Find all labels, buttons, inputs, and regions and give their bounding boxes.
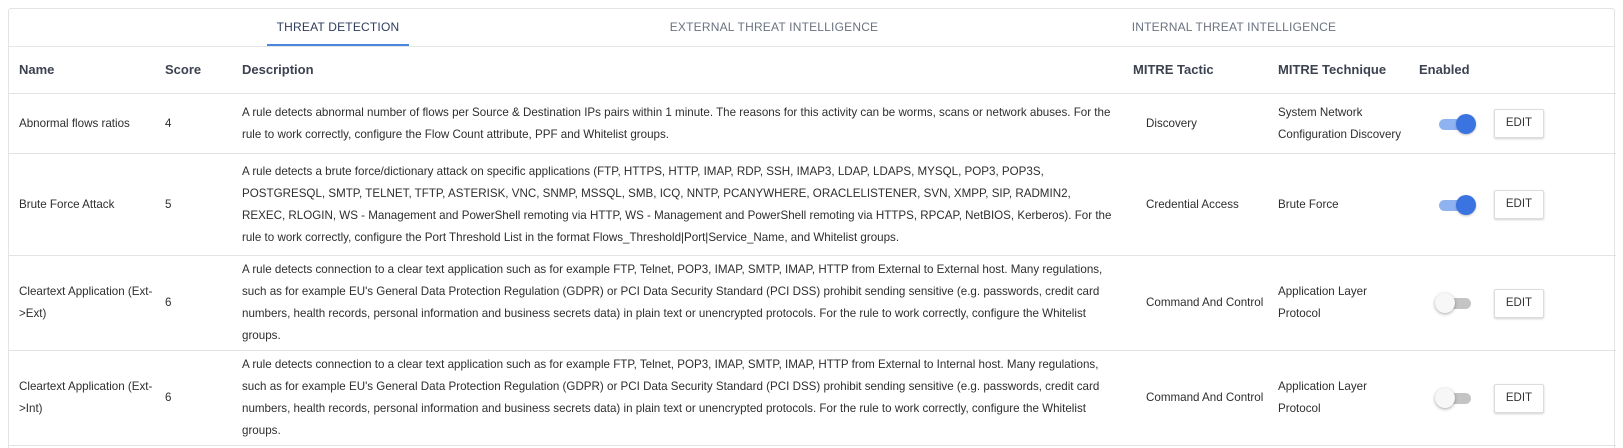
column-header-description[interactable]: Description: [242, 46, 1133, 94]
rule-enabled-cell: [1419, 350, 1494, 446]
tab-internal-threat-intelligence[interactable]: INTERNAL THREAT INTELLIGENCE: [1109, 9, 1359, 46]
toggle-knob: [1435, 388, 1455, 408]
rule-mitre-technique: Application Layer Protocol: [1278, 255, 1419, 351]
table-header-row: Name Score Description MITRE Tactic MITR…: [9, 46, 1616, 94]
tab-external-threat-intelligence[interactable]: EXTERNAL THREAT INTELLIGENCE: [639, 9, 909, 46]
tab-threat-detection[interactable]: THREAT DETECTION: [267, 9, 409, 46]
rules-panel: THREAT DETECTION EXTERNAL THREAT INTELLI…: [8, 8, 1616, 448]
enabled-toggle[interactable]: [1437, 194, 1476, 216]
table-row: Cleartext Application (Ext->Int) 6 A rul…: [9, 350, 1616, 446]
table-row: Cleartext Application (Ext->Ext) 6 A rul…: [9, 255, 1616, 351]
edit-button[interactable]: EDIT: [1494, 288, 1544, 318]
rules-table: Name Score Description MITRE Tactic MITR…: [9, 46, 1616, 446]
column-header-enabled[interactable]: Enabled: [1419, 46, 1494, 94]
tab-bar: THREAT DETECTION EXTERNAL THREAT INTELLI…: [9, 9, 1614, 47]
column-header-name[interactable]: Name: [9, 46, 165, 94]
rule-actions-cell: EDIT: [1494, 93, 1616, 154]
rule-score: 4: [165, 93, 242, 154]
toggle-knob: [1435, 293, 1455, 313]
column-header-score[interactable]: Score: [165, 46, 242, 94]
rule-enabled-cell: [1419, 153, 1494, 256]
column-header-mitre-technique[interactable]: MITRE Technique: [1278, 46, 1419, 94]
rule-actions-cell: EDIT: [1494, 350, 1616, 446]
rule-mitre-tactic: Command And Control: [1133, 350, 1278, 446]
rule-description: A rule detects a brute force/dictionary …: [242, 153, 1133, 256]
rule-name: Brute Force Attack: [9, 153, 165, 256]
rule-score: 5: [165, 153, 242, 256]
rule-name: Cleartext Application (Ext->Ext): [9, 255, 165, 351]
rule-description: A rule detects connection to a clear tex…: [242, 350, 1133, 446]
rule-enabled-cell: [1419, 93, 1494, 154]
enabled-toggle[interactable]: [1435, 387, 1473, 409]
rule-mitre-tactic: Credential Access: [1133, 153, 1278, 256]
rule-actions-cell: EDIT: [1494, 153, 1616, 256]
rule-mitre-technique: Brute Force: [1278, 153, 1419, 256]
column-header-mitre-tactic[interactable]: MITRE Tactic: [1133, 46, 1278, 94]
rule-name: Cleartext Application (Ext->Int): [9, 350, 165, 446]
edit-button[interactable]: EDIT: [1494, 109, 1544, 138]
enabled-toggle[interactable]: [1435, 292, 1473, 314]
rule-score: 6: [165, 350, 242, 446]
rule-actions-cell: EDIT: [1494, 255, 1616, 351]
rule-mitre-tactic: Command And Control: [1133, 255, 1278, 351]
rule-mitre-technique: System Network Configuration Discovery: [1278, 93, 1419, 154]
rule-description: A rule detects connection to a clear tex…: [242, 255, 1133, 351]
edit-button[interactable]: EDIT: [1494, 190, 1544, 219]
enabled-toggle[interactable]: [1437, 113, 1476, 135]
rule-score: 6: [165, 255, 242, 351]
edit-button[interactable]: EDIT: [1494, 383, 1544, 413]
rule-mitre-technique: Application Layer Protocol: [1278, 350, 1419, 446]
toggle-knob: [1456, 194, 1476, 215]
rule-mitre-tactic: Discovery: [1133, 93, 1278, 154]
table-row: Abnormal flows ratios 4 A rule detects a…: [9, 93, 1616, 154]
rule-description: A rule detects abnormal number of flows …: [242, 93, 1133, 154]
table-row: Brute Force Attack 5 A rule detects a br…: [9, 153, 1616, 256]
rule-name: Abnormal flows ratios: [9, 93, 165, 154]
toggle-knob: [1456, 113, 1476, 134]
rule-enabled-cell: [1419, 255, 1494, 351]
column-header-actions: [1494, 46, 1616, 94]
